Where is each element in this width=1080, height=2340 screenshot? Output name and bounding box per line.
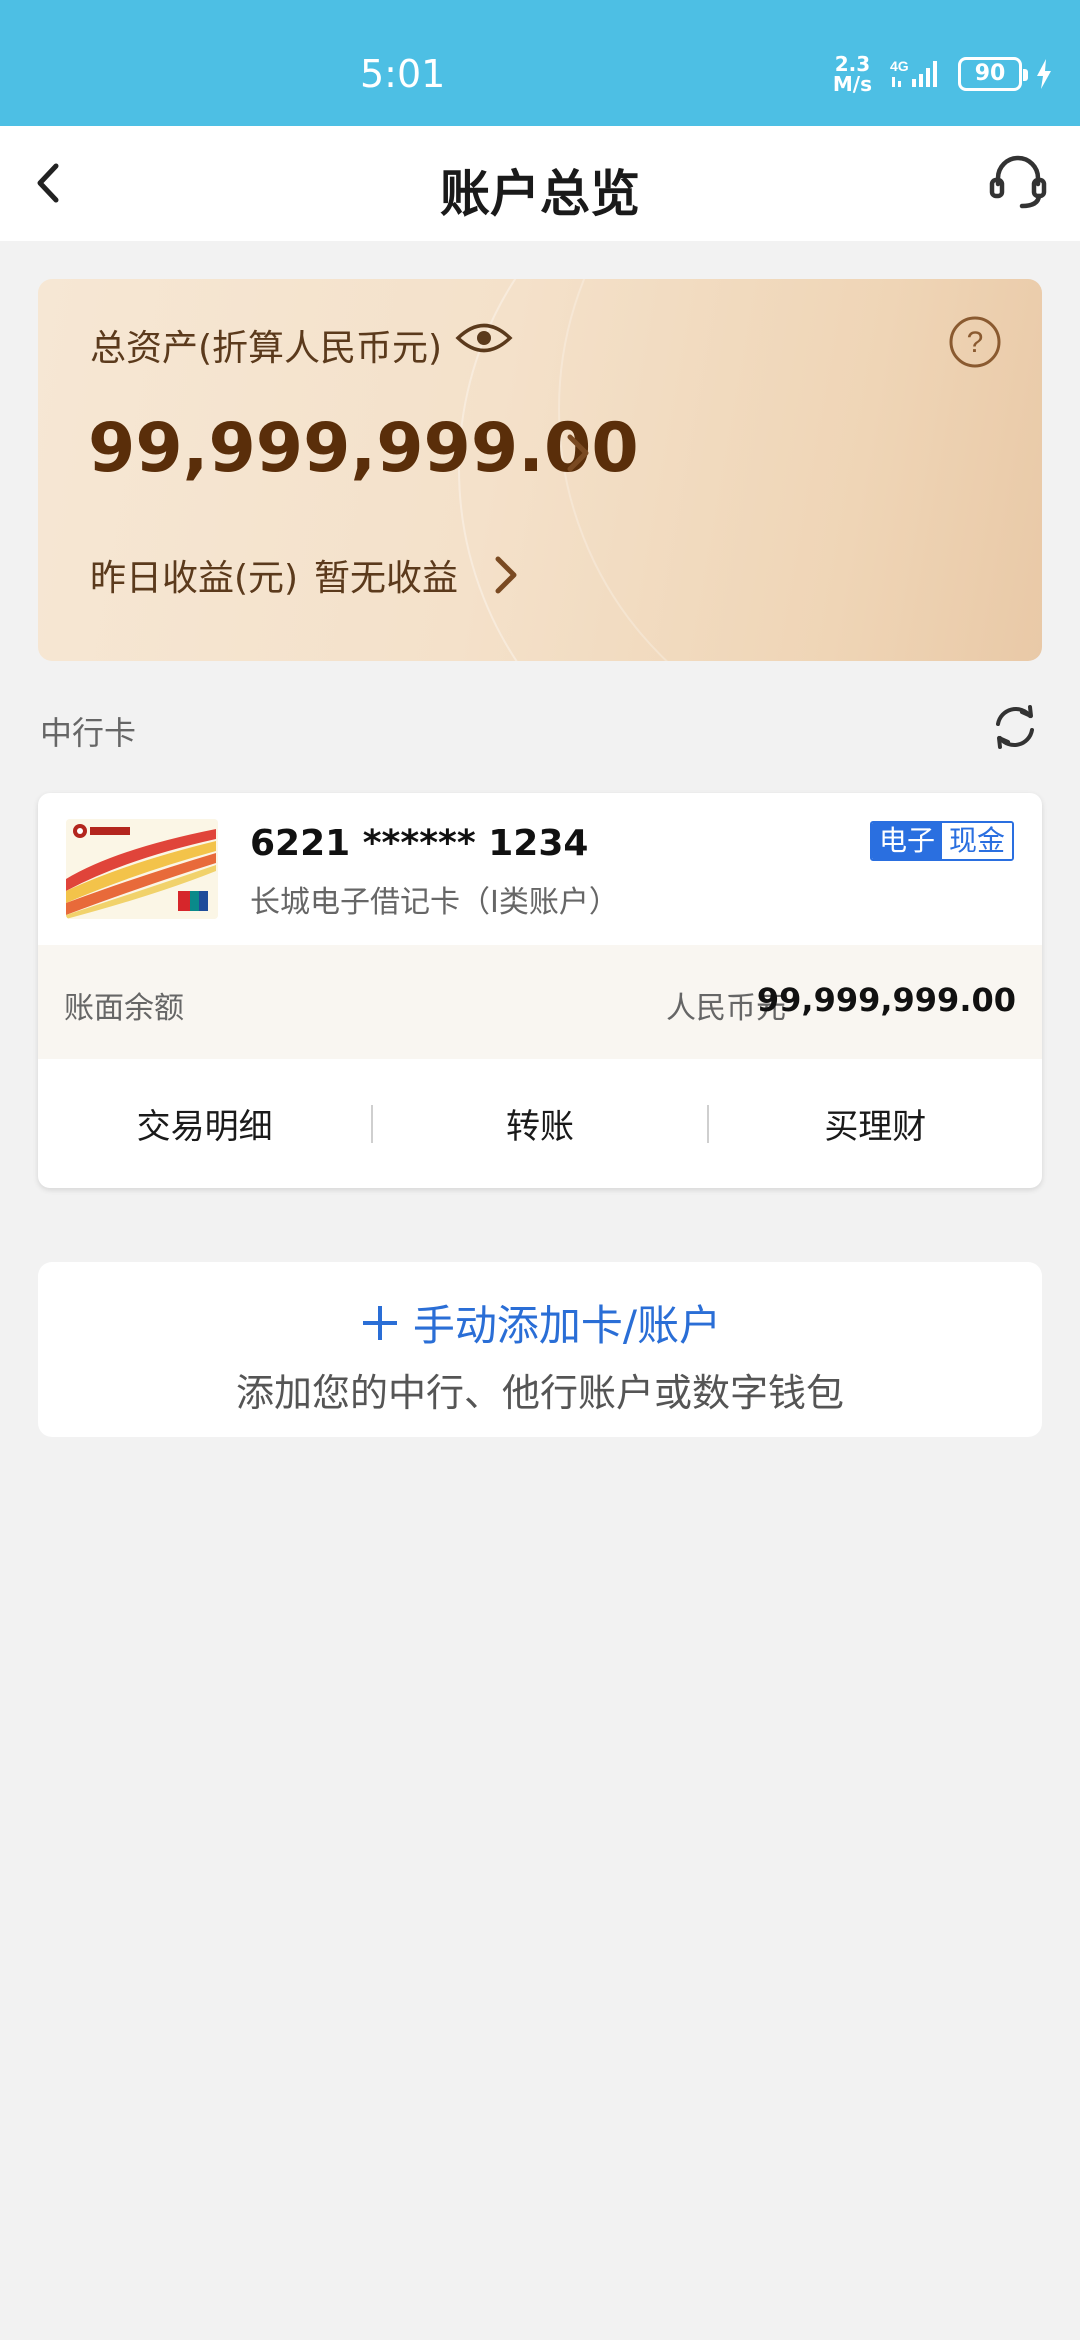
network-type-label: 4G	[890, 58, 909, 74]
network-speed-value: 2.3	[834, 52, 871, 76]
status-indicators: 2.3 M/s 4G 90	[833, 54, 1052, 94]
e-cash-badge-left: 电子	[871, 823, 942, 859]
charging-bolt-icon	[1037, 59, 1051, 89]
section-title-boc-cards: 中行卡	[40, 714, 137, 752]
bank-card-artwork	[66, 819, 218, 919]
add-account-label: 手动添加卡/账户	[412, 1301, 722, 1350]
svg-text:?: ?	[967, 326, 984, 359]
add-account-subtitle: 添加您的中行、他行账户或数字钱包	[235, 1371, 844, 1415]
total-assets-amount[interactable]: 99,999,999.00	[88, 409, 639, 488]
page-title: 账户总览	[440, 165, 640, 223]
refresh-icon[interactable]	[988, 700, 1042, 754]
buy-wealth-button[interactable]: 买理财	[709, 1099, 1042, 1148]
help-icon[interactable]: ?	[948, 315, 1002, 369]
status-time: 5:01	[360, 52, 446, 96]
card-type: 长城电子借记卡（I类账户）	[250, 885, 619, 920]
add-account-title: 手动添加卡/账户	[38, 1292, 1042, 1353]
e-cash-badge[interactable]: 电子 现金	[869, 821, 1014, 861]
bank-card-image	[66, 819, 218, 919]
balance-value: 99,999,999.00	[756, 981, 1016, 1019]
chevron-right-icon[interactable]	[486, 547, 526, 603]
eye-icon[interactable]	[454, 317, 514, 359]
transfer-button[interactable]: 转账	[373, 1099, 706, 1148]
e-cash-badge-right: 现金	[941, 823, 1012, 859]
account-actions: 交易明细 转账 买理财	[38, 1059, 1042, 1188]
signal-icon: 4G	[890, 58, 937, 87]
chevron-right-icon[interactable]	[558, 425, 598, 481]
headset-icon[interactable]	[986, 150, 1050, 214]
network-speed-unit: M/s	[832, 72, 872, 96]
yesterday-income-value: 暂无收益	[314, 558, 459, 599]
total-assets-label: 总资产(折算人民币元)	[90, 328, 443, 369]
balance-row: 账面余额 人民币元 99,999,999.00	[38, 945, 1042, 1059]
transaction-details-button[interactable]: 交易明细	[38, 1099, 371, 1148]
card-number: 6221 ****** 1234	[250, 823, 589, 864]
plus-icon	[362, 1305, 397, 1340]
yesterday-income-label: 昨日收益(元)	[90, 558, 299, 599]
status-bar: 5:01 2.3 M/s 4G 90	[0, 0, 1080, 126]
total-assets-card: 总资产(折算人民币元) ? 99,999,999.00 昨日收益(元) 暂无收益	[38, 279, 1042, 661]
account-card[interactable]: 6221 ****** 1234 长城电子借记卡（I类账户） 电子 现金 账面余…	[38, 793, 1042, 1188]
nav-header: 账户总览	[0, 126, 1080, 241]
battery-indicator: 90	[958, 57, 1028, 91]
network-speed: 2.3 M/s	[833, 54, 872, 94]
balance-label: 账面余额	[64, 991, 184, 1026]
add-account-button[interactable]: 手动添加卡/账户 添加您的中行、他行账户或数字钱包	[38, 1262, 1042, 1437]
